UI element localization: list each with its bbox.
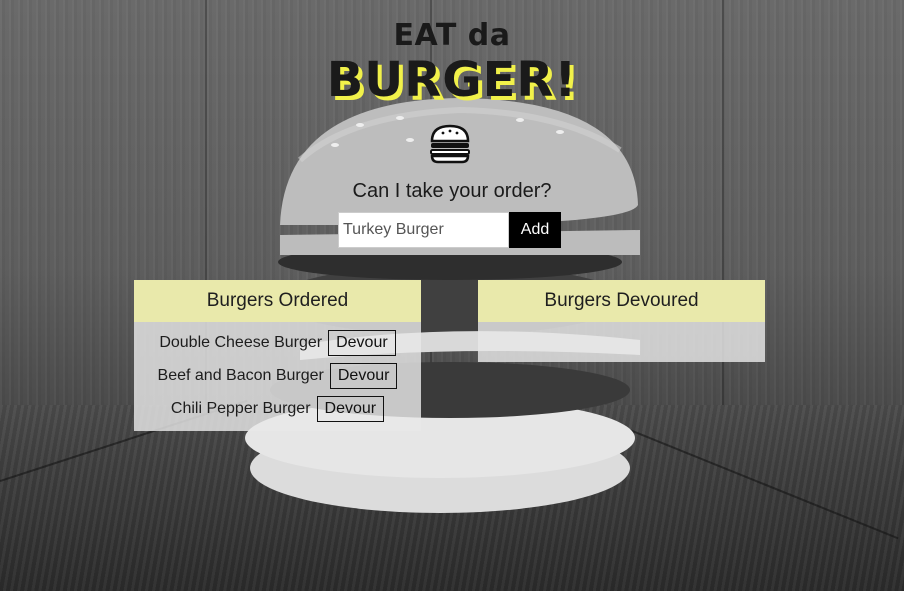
page-subtitle: EAT da bbox=[393, 18, 511, 53]
add-burger-button[interactable]: Add bbox=[509, 212, 561, 248]
burgers-devoured-panel: Burgers Devoured bbox=[478, 280, 765, 362]
devour-button[interactable]: Devour bbox=[328, 329, 396, 356]
devour-button[interactable]: Devour bbox=[316, 395, 385, 422]
list-item: Beef and Bacon Burger Devour bbox=[134, 359, 421, 392]
devoured-burger-list bbox=[478, 322, 765, 326]
burgers-ordered-panel: Burgers Ordered Double Cheese Burger Dev… bbox=[134, 280, 421, 431]
burger-icon bbox=[430, 124, 470, 164]
burger-name: Double Cheese Burger bbox=[159, 333, 323, 351]
order-prompt: Can I take your order? bbox=[352, 180, 552, 202]
burgers-ordered-heading: Burgers Ordered bbox=[134, 280, 421, 322]
burger-name-input[interactable] bbox=[338, 212, 509, 248]
burgers-devoured-heading: Burgers Devoured bbox=[478, 280, 765, 322]
order-form: Add bbox=[338, 212, 561, 248]
ordered-burger-list: Double Cheese Burger Devour Beef and Bac… bbox=[134, 322, 421, 425]
devour-button[interactable]: Devour bbox=[329, 362, 398, 389]
burger-name: Chili Pepper Burger bbox=[170, 399, 311, 417]
page-title: BURGER! bbox=[326, 52, 578, 108]
burger-name: Beef and Bacon Burger bbox=[157, 366, 324, 384]
list-item: Chili Pepper Burger Devour bbox=[134, 392, 421, 425]
list-item: Double Cheese Burger Devour bbox=[134, 326, 421, 359]
